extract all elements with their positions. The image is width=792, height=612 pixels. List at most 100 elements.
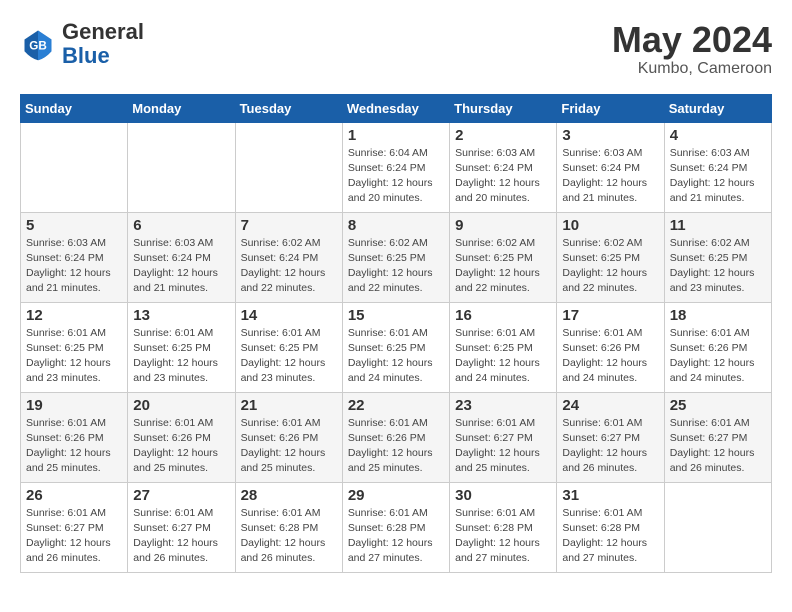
calendar-cell: 19 Sunrise: 6:01 AMSunset: 6:26 PMDayligh… — [21, 392, 128, 482]
day-number: 2 — [455, 127, 551, 144]
weekday-header-tuesday: Tuesday — [235, 94, 342, 122]
calendar-cell: 28 Sunrise: 6:01 AMSunset: 6:28 PMDayligh… — [235, 482, 342, 572]
calendar-cell: 12Sunrise: 6:01 AMSunset: 6:25 PMDayligh… — [21, 302, 128, 392]
page-header: GB General Blue May 2024 Kumbo, Cameroon — [20, 20, 772, 78]
day-number: 8 — [348, 217, 444, 234]
calendar-table: SundayMondayTuesdayWednesdayThursdayFrid… — [20, 94, 772, 573]
day-info: Sunrise: 6:01 AMSunset: 6:27 PMDaylight:… — [562, 416, 658, 477]
calendar-cell: 2 Sunrise: 6:03 AMSunset: 6:24 PMDaylight… — [450, 122, 557, 212]
day-info: Sunrise: 6:01 AMSunset: 6:26 PMDaylight:… — [562, 326, 658, 387]
day-number: 3 — [562, 127, 658, 144]
calendar-cell: 10 Sunrise: 6:02 AMSunset: 6:25 PMDayligh… — [557, 212, 664, 302]
logo: GB General Blue — [20, 20, 144, 68]
day-number: 24 — [562, 397, 658, 414]
calendar-cell: 9Sunrise: 6:02 AMSunset: 6:25 PMDaylight… — [450, 212, 557, 302]
calendar-cell: 30 Sunrise: 6:01 AMSunset: 6:28 PMDayligh… — [450, 482, 557, 572]
calendar-cell: 11 Sunrise: 6:02 AMSunset: 6:25 PMDayligh… — [664, 212, 771, 302]
weekday-header-friday: Friday — [557, 94, 664, 122]
day-info: Sunrise: 6:01 AMSunset: 6:28 PMDaylight:… — [562, 506, 658, 567]
day-number: 30 — [455, 487, 551, 504]
day-number: 25 — [670, 397, 766, 414]
calendar-cell: 1 Sunrise: 6:04 AMSunset: 6:24 PMDaylight… — [342, 122, 449, 212]
calendar-cell: 5Sunrise: 6:03 AMSunset: 6:24 PMDaylight… — [21, 212, 128, 302]
day-number: 1 — [348, 127, 444, 144]
calendar-cell: 20Sunrise: 6:01 AMSunset: 6:26 PMDayligh… — [128, 392, 235, 482]
day-number: 6 — [133, 217, 229, 234]
day-number: 14 — [241, 307, 337, 324]
day-info: Sunrise: 6:03 AMSunset: 6:24 PMDaylight:… — [670, 146, 766, 207]
day-info: Sunrise: 6:01 AMSunset: 6:26 PMDaylight:… — [133, 416, 229, 477]
weekday-header-sunday: Sunday — [21, 94, 128, 122]
calendar-cell: 14 Sunrise: 6:01 AMSunset: 6:25 PMDayligh… — [235, 302, 342, 392]
day-number: 19 — [26, 397, 122, 414]
day-number: 29 — [348, 487, 444, 504]
day-info: Sunrise: 6:01 AMSunset: 6:28 PMDaylight:… — [241, 506, 337, 567]
day-number: 16 — [455, 307, 551, 324]
day-number: 26 — [26, 487, 122, 504]
day-number: 31 — [562, 487, 658, 504]
day-number: 10 — [562, 217, 658, 234]
day-info: Sunrise: 6:01 AMSunset: 6:25 PMDaylight:… — [348, 326, 444, 387]
calendar-cell: 7 Sunrise: 6:02 AMSunset: 6:24 PMDaylight… — [235, 212, 342, 302]
calendar-cell — [21, 122, 128, 212]
calendar-cell — [235, 122, 342, 212]
day-info: Sunrise: 6:01 AMSunset: 6:25 PMDaylight:… — [133, 326, 229, 387]
day-info: Sunrise: 6:01 AMSunset: 6:25 PMDaylight:… — [241, 326, 337, 387]
day-number: 18 — [670, 307, 766, 324]
weekday-header-wednesday: Wednesday — [342, 94, 449, 122]
day-info: Sunrise: 6:01 AMSunset: 6:26 PMDaylight:… — [670, 326, 766, 387]
calendar-cell: 31 Sunrise: 6:01 AMSunset: 6:28 PMDayligh… — [557, 482, 664, 572]
day-info: Sunrise: 6:03 AMSunset: 6:24 PMDaylight:… — [455, 146, 551, 207]
month-title: May 2024 — [612, 20, 772, 60]
title-block: May 2024 Kumbo, Cameroon — [612, 20, 772, 78]
day-info: Sunrise: 6:03 AMSunset: 6:24 PMDaylight:… — [133, 236, 229, 297]
day-number: 15 — [348, 307, 444, 324]
weekday-header-monday: Monday — [128, 94, 235, 122]
calendar-cell: 27Sunrise: 6:01 AMSunset: 6:27 PMDayligh… — [128, 482, 235, 572]
day-number: 5 — [26, 217, 122, 234]
day-info: Sunrise: 6:01 AMSunset: 6:28 PMDaylight:… — [348, 506, 444, 567]
logo-icon: GB — [20, 26, 56, 62]
calendar-cell: 3Sunrise: 6:03 AMSunset: 6:24 PMDaylight… — [557, 122, 664, 212]
day-info: Sunrise: 6:01 AMSunset: 6:27 PMDaylight:… — [133, 506, 229, 567]
day-number: 23 — [455, 397, 551, 414]
day-number: 4 — [670, 127, 766, 144]
day-info: Sunrise: 6:02 AMSunset: 6:25 PMDaylight:… — [670, 236, 766, 297]
calendar-cell — [664, 482, 771, 572]
day-info: Sunrise: 6:01 AMSunset: 6:26 PMDaylight:… — [26, 416, 122, 477]
day-info: Sunrise: 6:02 AMSunset: 6:24 PMDaylight:… — [241, 236, 337, 297]
weekday-header-thursday: Thursday — [450, 94, 557, 122]
location: Kumbo, Cameroon — [612, 60, 772, 78]
day-number: 28 — [241, 487, 337, 504]
calendar-cell: 26 Sunrise: 6:01 AMSunset: 6:27 PMDayligh… — [21, 482, 128, 572]
calendar-cell: 15 Sunrise: 6:01 AMSunset: 6:25 PMDayligh… — [342, 302, 449, 392]
day-number: 13 — [133, 307, 229, 324]
day-number: 21 — [241, 397, 337, 414]
calendar-cell: 23Sunrise: 6:01 AMSunset: 6:27 PMDayligh… — [450, 392, 557, 482]
day-info: Sunrise: 6:02 AMSunset: 6:25 PMDaylight:… — [348, 236, 444, 297]
day-info: Sunrise: 6:01 AMSunset: 6:27 PMDaylight:… — [670, 416, 766, 477]
day-info: Sunrise: 6:02 AMSunset: 6:25 PMDaylight:… — [562, 236, 658, 297]
calendar-cell: 29 Sunrise: 6:01 AMSunset: 6:28 PMDayligh… — [342, 482, 449, 572]
calendar-cell: 22Sunrise: 6:01 AMSunset: 6:26 PMDayligh… — [342, 392, 449, 482]
day-number: 7 — [241, 217, 337, 234]
day-info: Sunrise: 6:04 AMSunset: 6:24 PMDaylight:… — [348, 146, 444, 207]
calendar-cell: 4 Sunrise: 6:03 AMSunset: 6:24 PMDaylight… — [664, 122, 771, 212]
calendar-cell: 16Sunrise: 6:01 AMSunset: 6:25 PMDayligh… — [450, 302, 557, 392]
calendar-cell: 18 Sunrise: 6:01 AMSunset: 6:26 PMDayligh… — [664, 302, 771, 392]
logo-text: General Blue — [62, 20, 144, 68]
calendar-cell: 21 Sunrise: 6:01 AMSunset: 6:26 PMDayligh… — [235, 392, 342, 482]
calendar-cell: 24 Sunrise: 6:01 AMSunset: 6:27 PMDayligh… — [557, 392, 664, 482]
calendar-cell — [128, 122, 235, 212]
day-info: Sunrise: 6:01 AMSunset: 6:26 PMDaylight:… — [241, 416, 337, 477]
day-info: Sunrise: 6:01 AMSunset: 6:27 PMDaylight:… — [26, 506, 122, 567]
day-info: Sunrise: 6:01 AMSunset: 6:26 PMDaylight:… — [348, 416, 444, 477]
weekday-header-saturday: Saturday — [664, 94, 771, 122]
svg-text:GB: GB — [29, 40, 47, 53]
day-number: 9 — [455, 217, 551, 234]
calendar-cell: 25 Sunrise: 6:01 AMSunset: 6:27 PMDayligh… — [664, 392, 771, 482]
calendar-cell: 8 Sunrise: 6:02 AMSunset: 6:25 PMDaylight… — [342, 212, 449, 302]
calendar-cell: 17Sunrise: 6:01 AMSunset: 6:26 PMDayligh… — [557, 302, 664, 392]
day-info: Sunrise: 6:01 AMSunset: 6:28 PMDaylight:… — [455, 506, 551, 567]
day-number: 11 — [670, 217, 766, 234]
